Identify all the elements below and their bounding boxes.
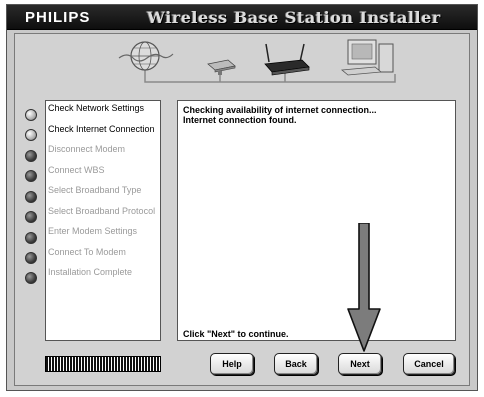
step-status-pending-icon [25,232,37,244]
globe-icon [118,41,174,71]
step-status-done-icon [25,109,37,121]
step-status-pending-icon [25,252,37,264]
step-item: Check Network Settings [48,103,145,113]
step-status-pending-icon [25,191,37,203]
modem-icon [207,59,236,75]
installer-window: PHILIPS Wireless Base Station Installer [6,4,478,391]
step-item: Connect To Modem [48,247,126,257]
router-icon [264,43,310,76]
log-instruction: Click "Next" to continue. [183,329,289,339]
status-log: Checking availability of internet connec… [177,100,456,341]
step-item: Installation Complete [48,267,133,277]
step-status-pending-icon [25,211,37,223]
step-status-pending-icon [25,170,37,182]
title-bar: PHILIPS Wireless Base Station Installer [7,5,477,30]
back-button[interactable]: Back [274,353,318,375]
computer-icon [341,39,394,76]
step-item: Select Broadband Protocol [48,206,156,216]
step-item: Select Broadband Type [48,185,142,195]
window-title: Wireless Base Station Installer [147,8,441,27]
down-arrow-icon [347,223,381,352]
step-item: Enter Modem Settings [48,226,138,236]
cancel-button[interactable]: Cancel [403,353,455,375]
next-button[interactable]: Next [338,353,382,375]
steps-list: Check Network Settings Check Internet Co… [45,100,161,341]
step-item: Disconnect Modem [48,144,126,154]
progress-bar [45,356,161,372]
step-status-done-icon [25,129,37,141]
log-line: Internet connection found. [183,115,297,125]
step-item: Connect WBS [48,165,105,175]
brand-logo: PHILIPS [25,9,91,26]
step-item: Check Internet Connection [48,124,155,134]
help-button[interactable]: Help [210,353,254,375]
network-banner [118,39,396,83]
step-status-pending-icon [25,150,37,162]
log-line: Checking availability of internet connec… [183,105,377,115]
step-status-pending-icon [25,272,37,284]
